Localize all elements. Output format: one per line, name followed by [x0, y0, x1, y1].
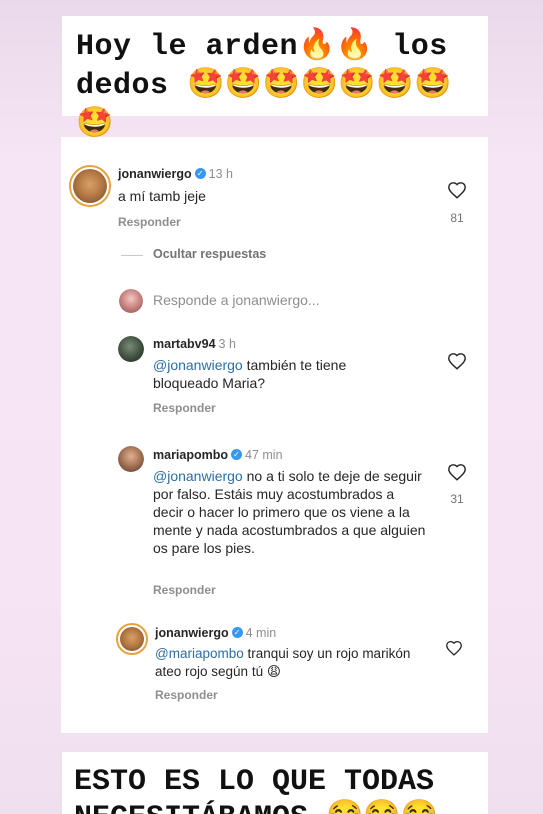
heart-icon[interactable]	[447, 463, 467, 481]
hide-replies-button[interactable]: Ocultar respuestas	[153, 247, 266, 261]
verified-badge-icon: ✓	[231, 627, 243, 639]
comment-header: mariapombo ✓ 47 min	[153, 448, 283, 462]
like-count: 81	[450, 211, 464, 225]
verified-badge-icon: ✓	[194, 168, 206, 180]
heart-icon[interactable]	[447, 352, 467, 370]
like-count: 31	[450, 492, 464, 506]
reply-button[interactable]: Responder	[118, 215, 181, 229]
avatar-image	[118, 446, 144, 472]
comment-text: a mí tamb jeje	[118, 188, 206, 204]
reply-button[interactable]: Responder	[153, 401, 216, 415]
avatar-image	[119, 289, 143, 313]
mention-link[interactable]: @jonanwiergo	[153, 357, 243, 373]
username[interactable]: jonanwiergo	[155, 626, 229, 640]
avatar-image	[118, 336, 144, 362]
reply-input[interactable]: Responde a jonanwiergo...	[153, 292, 320, 308]
comment-text: @mariapombo tranqui soy un rojo marikón …	[155, 645, 415, 681]
comment-header: jonanwiergo ✓ 13 h	[118, 167, 233, 181]
avatar-jonanwiergo[interactable]	[69, 165, 111, 207]
reply-button[interactable]: Responder	[153, 583, 216, 597]
username[interactable]: martabv94	[153, 337, 216, 351]
story-caption-top: Hoy le arden🔥🔥 los dedos 🤩🤩🤩🤩🤩🤩🤩🤩	[62, 16, 488, 142]
caption-bottom-line-2: NECESITÁBAMOS 😂😂😂	[74, 800, 478, 814]
thread-divider	[121, 255, 143, 256]
mention-link[interactable]: @jonanwiergo	[153, 468, 243, 484]
avatar-jonanwiergo[interactable]	[116, 623, 148, 655]
comment-screenshot-card: jonanwiergo ✓ 13 h a mí tamb jeje Responde…	[61, 137, 488, 733]
avatar-image	[120, 627, 144, 651]
timestamp: 4 min	[245, 626, 277, 640]
timestamp: 3 h	[218, 337, 236, 351]
avatar-image	[73, 169, 107, 203]
comment-text: @jonanwiergo no a ti solo te deje de seg…	[153, 467, 427, 557]
verified-badge-icon: ✓	[231, 449, 243, 461]
mention-link[interactable]: @mariapombo	[155, 646, 244, 661]
caption-bottom-line-1: ESTO ES LO QUE TODAS	[74, 765, 435, 799]
avatar-martabv94[interactable]	[118, 336, 144, 362]
username[interactable]: mariapombo	[153, 448, 228, 462]
story-caption-bottom: ESTO ES LO QUE TODAS NECESITÁBAMOS 😂😂😂	[62, 752, 488, 814]
current-user-avatar	[119, 289, 143, 313]
heart-icon[interactable]	[445, 640, 463, 656]
timestamp: 47 min	[245, 448, 283, 462]
avatar-mariapombo[interactable]	[118, 446, 144, 472]
comment-header: jonanwiergo ✓ 4 min	[155, 626, 276, 640]
comment-text: @jonanwiergo también te tiene bloqueado …	[153, 356, 413, 392]
reply-button[interactable]: Responder	[155, 688, 218, 702]
caption-top-line-2: dedos 🤩🤩🤩🤩🤩🤩🤩🤩	[76, 69, 452, 142]
timestamp: 13 h	[208, 167, 233, 181]
heart-icon[interactable]	[447, 181, 467, 199]
username[interactable]: jonanwiergo	[118, 167, 192, 181]
caption-top-line-1: Hoy le arden🔥🔥 los	[76, 30, 448, 64]
comment-header: martabv94 3 h	[153, 337, 236, 351]
